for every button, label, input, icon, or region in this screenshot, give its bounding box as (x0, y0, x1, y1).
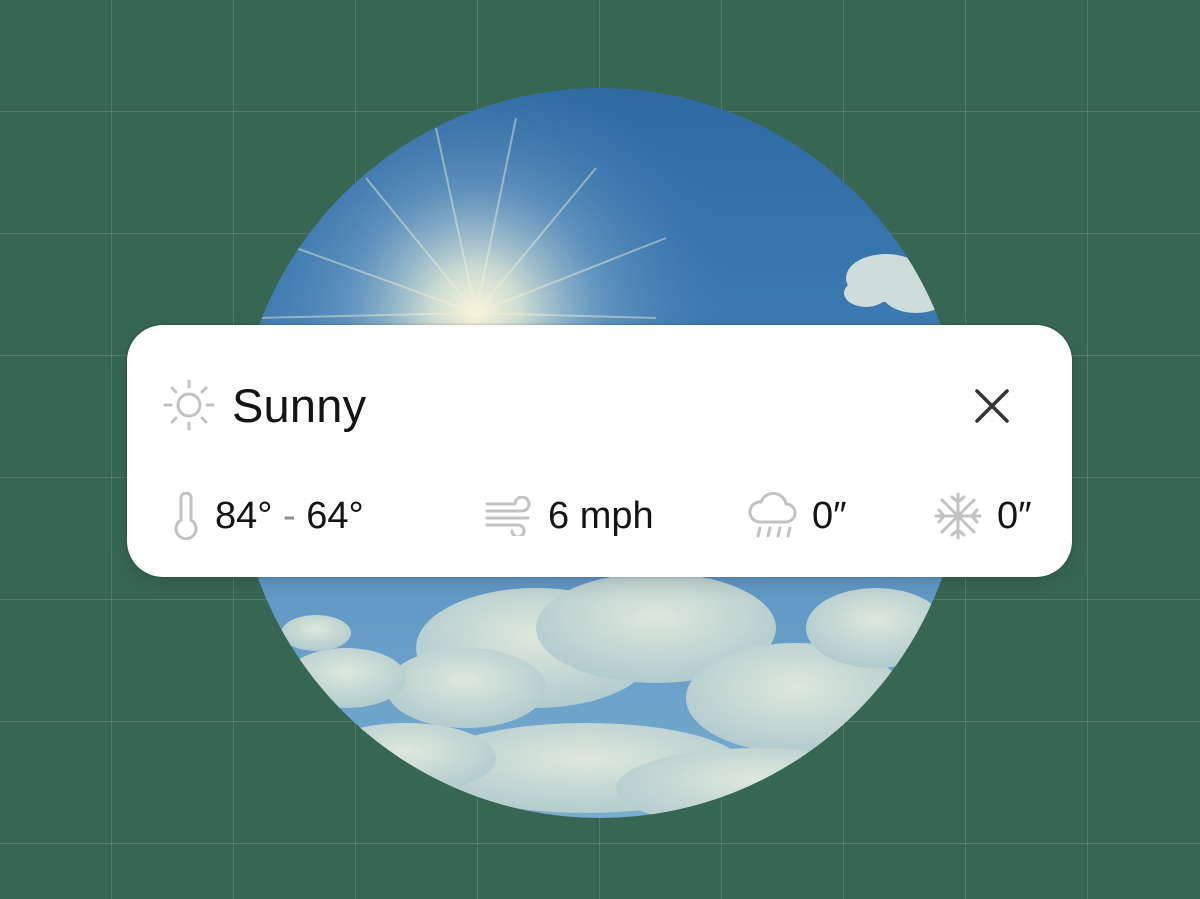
wind-stat: 6 mph (484, 488, 654, 544)
snow-amount: 0″ (997, 494, 1032, 537)
wind-speed: 6 mph (548, 494, 654, 537)
rain-amount: 0″ (812, 494, 847, 537)
close-button[interactable] (969, 383, 1015, 429)
sun-icon (162, 378, 216, 432)
weather-condition-title: Sunny (232, 378, 367, 432)
temperature-separator: - (283, 494, 296, 537)
card-header: Sunny (162, 377, 366, 433)
weather-card: Sunny 84° - 64° 6 mph 0″ 0″ (127, 325, 1072, 577)
temperature-low: 64° (306, 494, 364, 537)
rain-stat: 0″ (746, 488, 847, 544)
temperature-range: 84° - 64° (215, 495, 364, 538)
temperature-high: 84° (215, 494, 273, 537)
wind-icon (484, 496, 538, 536)
weather-stats: 84° - 64° 6 mph 0″ 0″ (127, 488, 1072, 544)
thermometer-icon (171, 492, 201, 540)
close-icon (974, 388, 1010, 424)
temperature-stat: 84° - 64° (171, 488, 364, 544)
snowflake-icon (933, 491, 983, 541)
rain-cloud-icon (746, 492, 798, 540)
snow-stat: 0″ (933, 488, 1032, 544)
